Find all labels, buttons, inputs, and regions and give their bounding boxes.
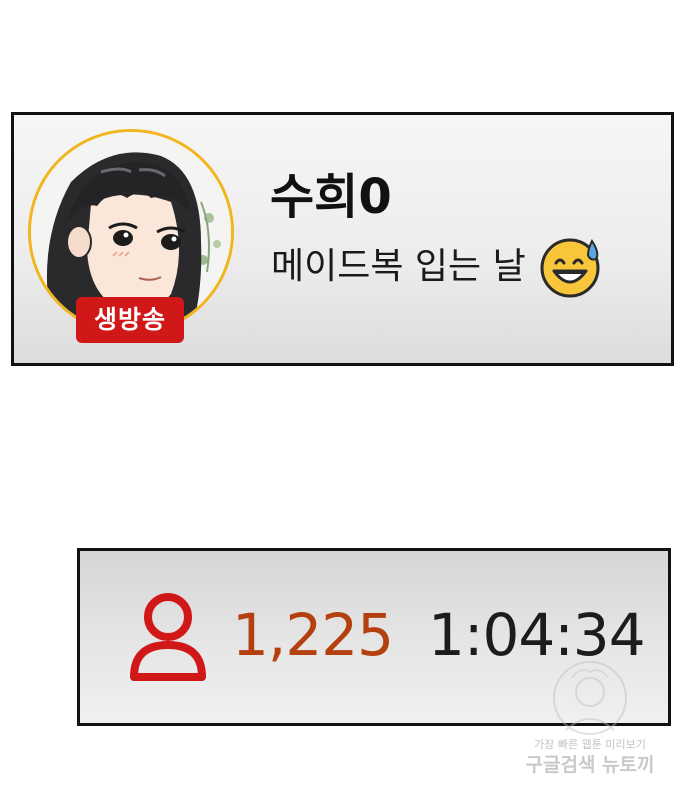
viewer-count: 1,225 (232, 601, 394, 669)
grinning-sweat-emoji-icon (540, 238, 600, 298)
watermark-title: 구글검색 뉴토끼 (525, 754, 655, 776)
stream-info-card[interactable]: 생방송 수희0 메이드복 입는 날 (11, 112, 674, 366)
person-icon (130, 593, 206, 681)
streamer-name[interactable]: 수희0 (270, 167, 392, 227)
live-badge: 생방송 (76, 297, 184, 343)
page: 생방송 수희0 메이드복 입는 날 1,225 1:04:34 가장 빠른 웹툰… (0, 0, 690, 800)
watermark-character-icon (553, 661, 627, 735)
stream-title-row[interactable]: 메이드복 입는 날 (271, 235, 602, 299)
streamer-avatar-group[interactable]: 생방송 (28, 129, 234, 343)
watermark: 가장 빠른 웹툰 미리보기 구글검색 뉴토끼 (510, 658, 670, 778)
stream-title: 메이드복 입는 날 (271, 246, 526, 287)
